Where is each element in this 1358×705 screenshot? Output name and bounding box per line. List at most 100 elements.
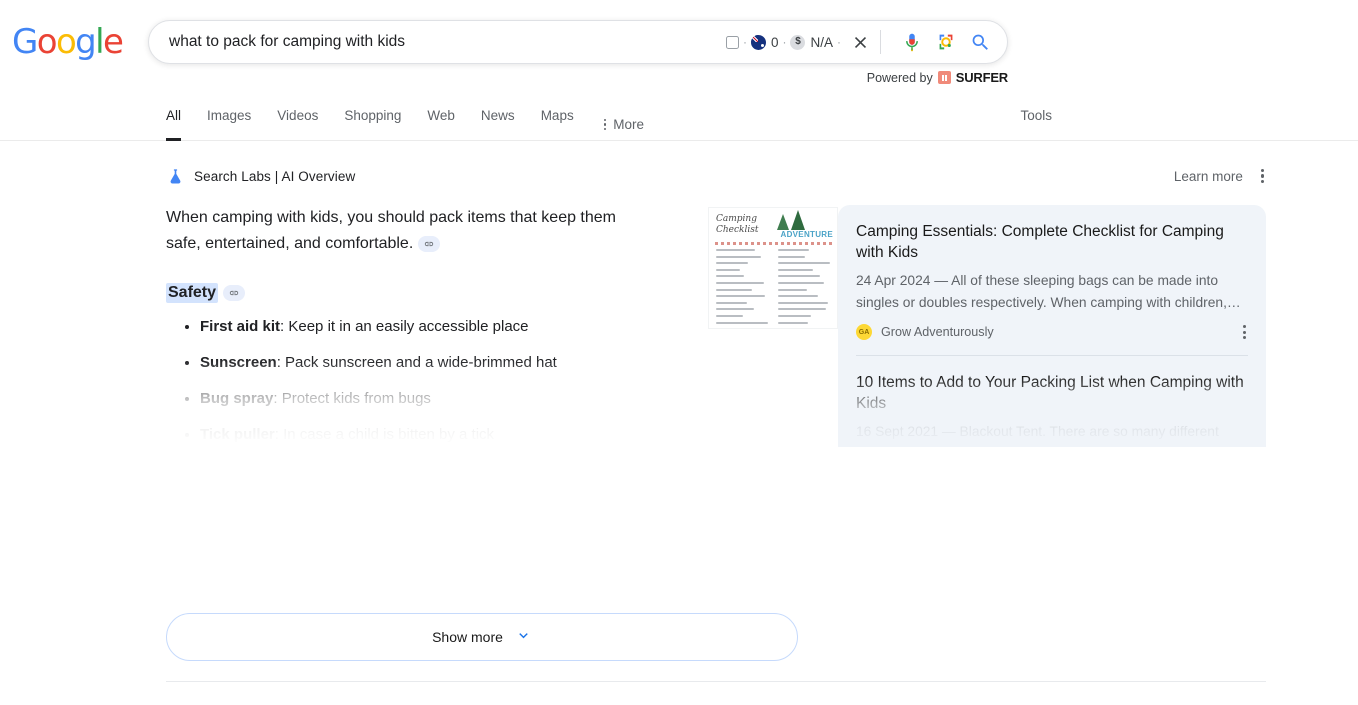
logo-letter-e: e	[103, 22, 124, 62]
dollar-icon: $	[790, 34, 806, 50]
source-card[interactable]: 10 Items to Add to Your Packing List whe…	[856, 355, 1248, 447]
ai-overview-header: Search Labs | AI Overview Learn more	[166, 163, 1266, 189]
site-favicon: GA	[856, 324, 872, 341]
surfer-brand-name: SURFER	[955, 70, 1008, 85]
google-logo[interactable]: Google	[12, 22, 124, 62]
list-item-term: First aid kit	[200, 318, 281, 335]
price-value: N/A	[810, 34, 833, 50]
chevron-down-icon	[515, 627, 532, 647]
ai-overview-intro-text: When camping with kids, you should pack …	[166, 209, 616, 252]
logo-letter-o1: o	[36, 22, 58, 62]
ai-overview-collapsed-region: When camping with kids, you should pack …	[166, 205, 838, 445]
list-item-term: Bug spray	[200, 390, 274, 407]
search-bar-tools: · 0 · $ N/A ·	[725, 29, 1007, 55]
kebab-menu-icon	[603, 118, 607, 131]
toolbar-divider	[880, 30, 881, 54]
separator-dot-1: ·	[742, 35, 747, 49]
surfer-logo-icon	[937, 71, 951, 84]
search-input[interactable]	[149, 33, 726, 51]
close-icon[interactable]	[851, 33, 870, 52]
learn-more-link[interactable]: Learn more	[1174, 169, 1243, 184]
list-item-desc: : Protect kids from bugs	[273, 390, 431, 407]
ai-overview-title: Search Labs | AI Overview	[194, 168, 356, 184]
list-item-desc: : Keep it in an easily accessible place	[280, 318, 529, 335]
ai-overview-options-icon[interactable]	[1259, 167, 1266, 185]
checklist-image-title: Camping Checklist	[716, 214, 759, 236]
section-source-link-icon[interactable]	[223, 285, 246, 301]
tab-videos-label: Videos	[277, 108, 319, 123]
camping-checklist-image: Camping Checklist ADVENTURE	[708, 207, 838, 329]
australia-flag-icon	[750, 34, 766, 50]
powered-by-prefix: Powered by	[866, 70, 933, 85]
country-count-group[interactable]: 0	[750, 34, 779, 50]
source-card-snippet: 24 Apr 2024 — All of these sleeping bags…	[856, 273, 1241, 310]
list-item: Tick puller: In case a child is bitten b…	[200, 425, 700, 445]
search-labs-flask-icon	[166, 167, 185, 186]
price-group[interactable]: $ N/A	[790, 34, 833, 50]
checklist-title-line1: Camping	[716, 214, 757, 224]
tab-videos[interactable]: Videos	[264, 96, 331, 141]
tab-web[interactable]: Web	[414, 96, 468, 141]
search-icon[interactable]	[967, 29, 993, 55]
source-link-icon[interactable]	[418, 235, 441, 252]
section-heading-text: Safety	[166, 283, 219, 303]
ai-overview-intro-paragraph: When camping with kids, you should pack …	[166, 205, 652, 257]
tab-all-label: All	[166, 108, 182, 123]
checklist-column-left	[716, 249, 770, 328]
list-item-term: Tick puller	[200, 426, 275, 443]
tab-web-label: Web	[427, 108, 455, 123]
extension-checkbox[interactable]	[725, 35, 739, 49]
extension-checkbox-group[interactable]	[725, 35, 739, 49]
ai-overview-list: First aid kit: Keep it in an easily acce…	[166, 317, 700, 445]
source-card-title[interactable]: 10 Items to Add to Your Packing List whe…	[856, 372, 1248, 414]
search-bar[interactable]: · 0 · $ N/A ·	[148, 20, 1008, 64]
google-lens-icon[interactable]	[933, 29, 959, 55]
source-card-site: Grow Adventurously	[881, 325, 994, 340]
logo-letter-l: l	[95, 22, 104, 62]
section-divider	[166, 681, 1266, 682]
show-more-button[interactable]: Show more	[166, 613, 798, 661]
checklist-badge: ADVENTURE	[780, 230, 833, 239]
list-item: Sunscreen: Pack sunscreen and a wide-bri…	[200, 353, 700, 373]
tree-icon-2	[791, 210, 805, 230]
source-card-options-icon[interactable]	[1241, 323, 1248, 341]
logo-letter-g: g	[75, 22, 97, 62]
separator-dot-2: ·	[782, 35, 787, 49]
tab-more-label: More	[613, 117, 645, 132]
show-more-label: Show more	[432, 629, 503, 645]
tab-shopping[interactable]: Shopping	[331, 96, 414, 141]
checklist-column-right	[778, 249, 832, 328]
tab-maps[interactable]: Maps	[528, 96, 587, 141]
source-card[interactable]: Camping Essentials: Complete Checklist f…	[856, 221, 1248, 341]
search-results: Search Labs | AI Overview Learn more Whe…	[0, 141, 1358, 682]
tab-news-label: News	[480, 108, 515, 123]
list-item: Bug spray: Protect kids from bugs	[200, 389, 700, 409]
tab-images[interactable]: Images	[194, 96, 264, 141]
search-nav-bar: All Images Videos Shopping Web News Maps…	[0, 96, 1358, 141]
search-tabs: All Images Videos Shopping Web News Maps…	[166, 96, 657, 141]
ai-overview-text-column: When camping with kids, you should pack …	[166, 205, 838, 447]
country-count-value: 0	[770, 34, 779, 50]
tree-icon-1	[777, 214, 789, 230]
tab-all[interactable]: All	[166, 96, 194, 141]
microphone-icon[interactable]	[899, 29, 925, 55]
source-card-title[interactable]: Camping Essentials: Complete Checklist f…	[856, 221, 1248, 263]
checklist-title-line2: Checklist	[716, 225, 759, 235]
tab-more[interactable]: More	[587, 96, 657, 141]
ai-overview-thumbnail[interactable]: Camping Checklist ADVENTURE	[708, 207, 838, 445]
logo-letter-o2: o	[55, 22, 77, 62]
source-card-footer: GA Grow Adventurously	[856, 323, 1248, 341]
ai-overview-section-heading: Safety	[166, 283, 246, 303]
source-card-snippet: 16 Sept 2021 — Blackout Tent. There are …	[856, 424, 1246, 447]
list-item-term: Sunscreen	[200, 354, 277, 371]
ai-overview-header-actions: Learn more	[1174, 167, 1266, 185]
tools-button[interactable]: Tools	[1020, 108, 1052, 123]
ai-overview-block: Search Labs | AI Overview Learn more Whe…	[166, 141, 1266, 447]
page-header: Google · 0 · $ N/A ·	[0, 0, 1358, 96]
checklist-divider	[715, 242, 833, 245]
separator-dot-3: ·	[837, 35, 841, 49]
tab-news[interactable]: News	[468, 96, 528, 141]
ai-overview-body: When camping with kids, you should pack …	[166, 205, 1266, 447]
logo-letter-G: G	[12, 22, 38, 62]
list-item-desc: : In case a child is bitten by a tick	[274, 426, 495, 443]
